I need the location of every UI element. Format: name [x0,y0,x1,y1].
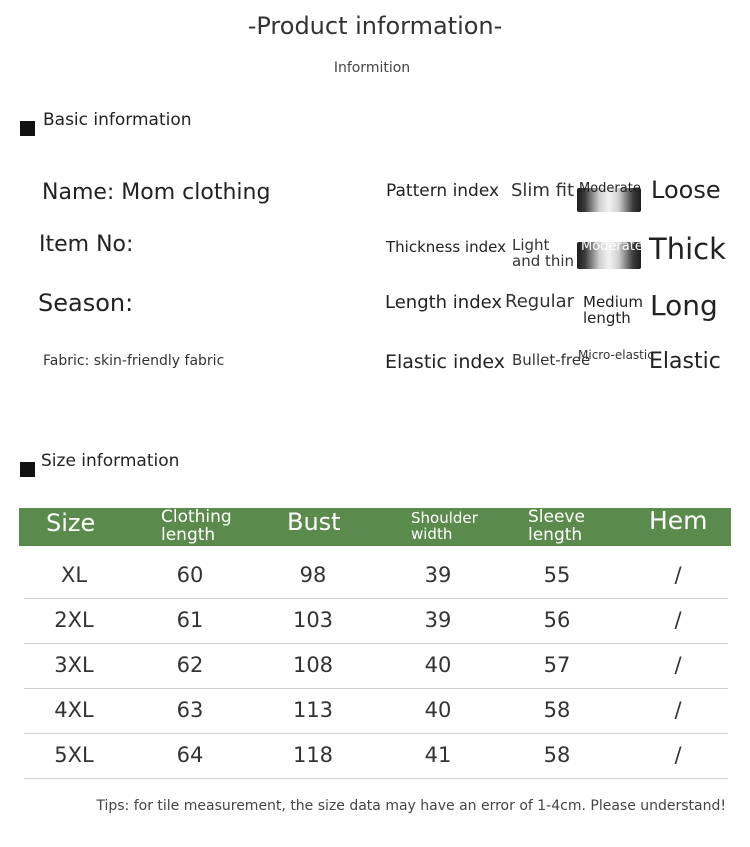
cell-sleeve-length: 56 [543,608,571,632]
cell-shoulder-width: 40 [424,653,452,677]
pattern-option-moderate: Moderate [579,181,641,196]
section-square-icon [20,121,35,136]
column-header-size: Size [46,509,96,537]
pattern-index-label: Pattern index [386,181,500,201]
fabric: Fabric: skin-friendly fabric [43,353,225,369]
cell-hem: / [674,608,682,632]
cell-hem: / [674,653,682,677]
cell-bust: 103 [292,608,334,632]
cell-sleeve-length: 58 [543,743,571,767]
cell-shoulder-width: 41 [424,743,452,767]
length-index-label: Length index [385,292,503,313]
length-option-long: Long [650,289,718,322]
thickness-index-label: Thickness index [386,238,506,256]
thickness-option-thick: Thick [649,232,726,266]
elastic-option-elastic: Elastic [649,349,721,374]
tips-note: Tips: for tile measurement, the size dat… [96,798,726,814]
cell-size: 3XL [54,653,94,677]
column-header-hem: Hem [649,506,708,535]
cell-size: 5XL [54,743,94,767]
table-row: 2XL 61 103 39 56 / [24,598,728,644]
cell-sleeve-length: 58 [543,698,571,722]
page-title: -Product information- [247,12,503,40]
table-row: XL 60 98 39 55 / [24,553,728,599]
season: Season: [38,289,134,317]
cell-hem: / [674,743,682,767]
cell-shoulder-width: 39 [424,608,452,632]
product-name: Name: Mom clothing [42,180,271,205]
cell-sleeve-length: 55 [543,563,571,587]
cell-shoulder-width: 39 [424,563,452,587]
cell-clothing-length: 63 [176,698,204,722]
thickness-option-light: Light and thin [512,237,574,269]
column-header-sleeve-length-line2: length [528,524,583,545]
size-table-header: Size Clothing length Bust Shoulder width… [19,506,731,546]
column-header-bust: Bust [287,508,341,536]
table-row: 5XL 64 118 41 58 / [24,733,728,779]
section-square-icon [20,462,35,477]
cell-clothing-length: 60 [176,563,204,587]
size-info-heading: Size information [41,451,180,471]
pattern-option-slim: Slim fit [511,180,575,201]
thickness-option-light-line1: Light [512,236,550,254]
length-option-medium-line2: length [583,309,631,327]
column-header-clothing-length-line2: length [161,524,216,545]
table-row: 3XL 62 108 40 57 / [24,643,728,689]
cell-size: 4XL [54,698,94,722]
item-number: Item No: [39,232,134,257]
basic-info-heading: Basic information [43,110,192,130]
cell-bust: 108 [292,653,334,677]
length-option-regular: Regular [505,291,575,312]
column-header-sleeve-length: Sleeve length [528,508,585,545]
cell-clothing-length: 64 [176,743,204,767]
cell-bust: 118 [292,743,334,767]
pattern-option-loose: Loose [651,176,721,204]
cell-hem: / [674,698,682,722]
length-option-medium: Medium length [583,294,643,326]
table-row: 4XL 63 113 40 58 / [24,688,728,734]
thickness-option-moderate: Moderate [581,239,643,254]
cell-shoulder-width: 40 [424,698,452,722]
cell-bust: 98 [299,563,327,587]
cell-size: XL [60,563,88,587]
cell-bust: 113 [292,698,334,722]
elastic-index-label: Elastic index [385,351,506,373]
length-option-medium-line1: Medium [583,293,643,311]
column-header-shoulder-width-line2: width [411,524,453,543]
cell-clothing-length: 62 [176,653,204,677]
thickness-option-light-line2: and thin [512,252,575,270]
page-subtitle: Informition [333,60,411,76]
cell-sleeve-length: 57 [543,653,571,677]
cell-clothing-length: 61 [176,608,204,632]
column-header-clothing-length: Clothing length [161,508,232,545]
column-header-shoulder-width: Shoulder width [411,510,478,543]
cell-size: 2XL [54,608,94,632]
elastic-option-micro: Micro-elastic [578,348,654,362]
cell-hem: / [674,563,682,587]
